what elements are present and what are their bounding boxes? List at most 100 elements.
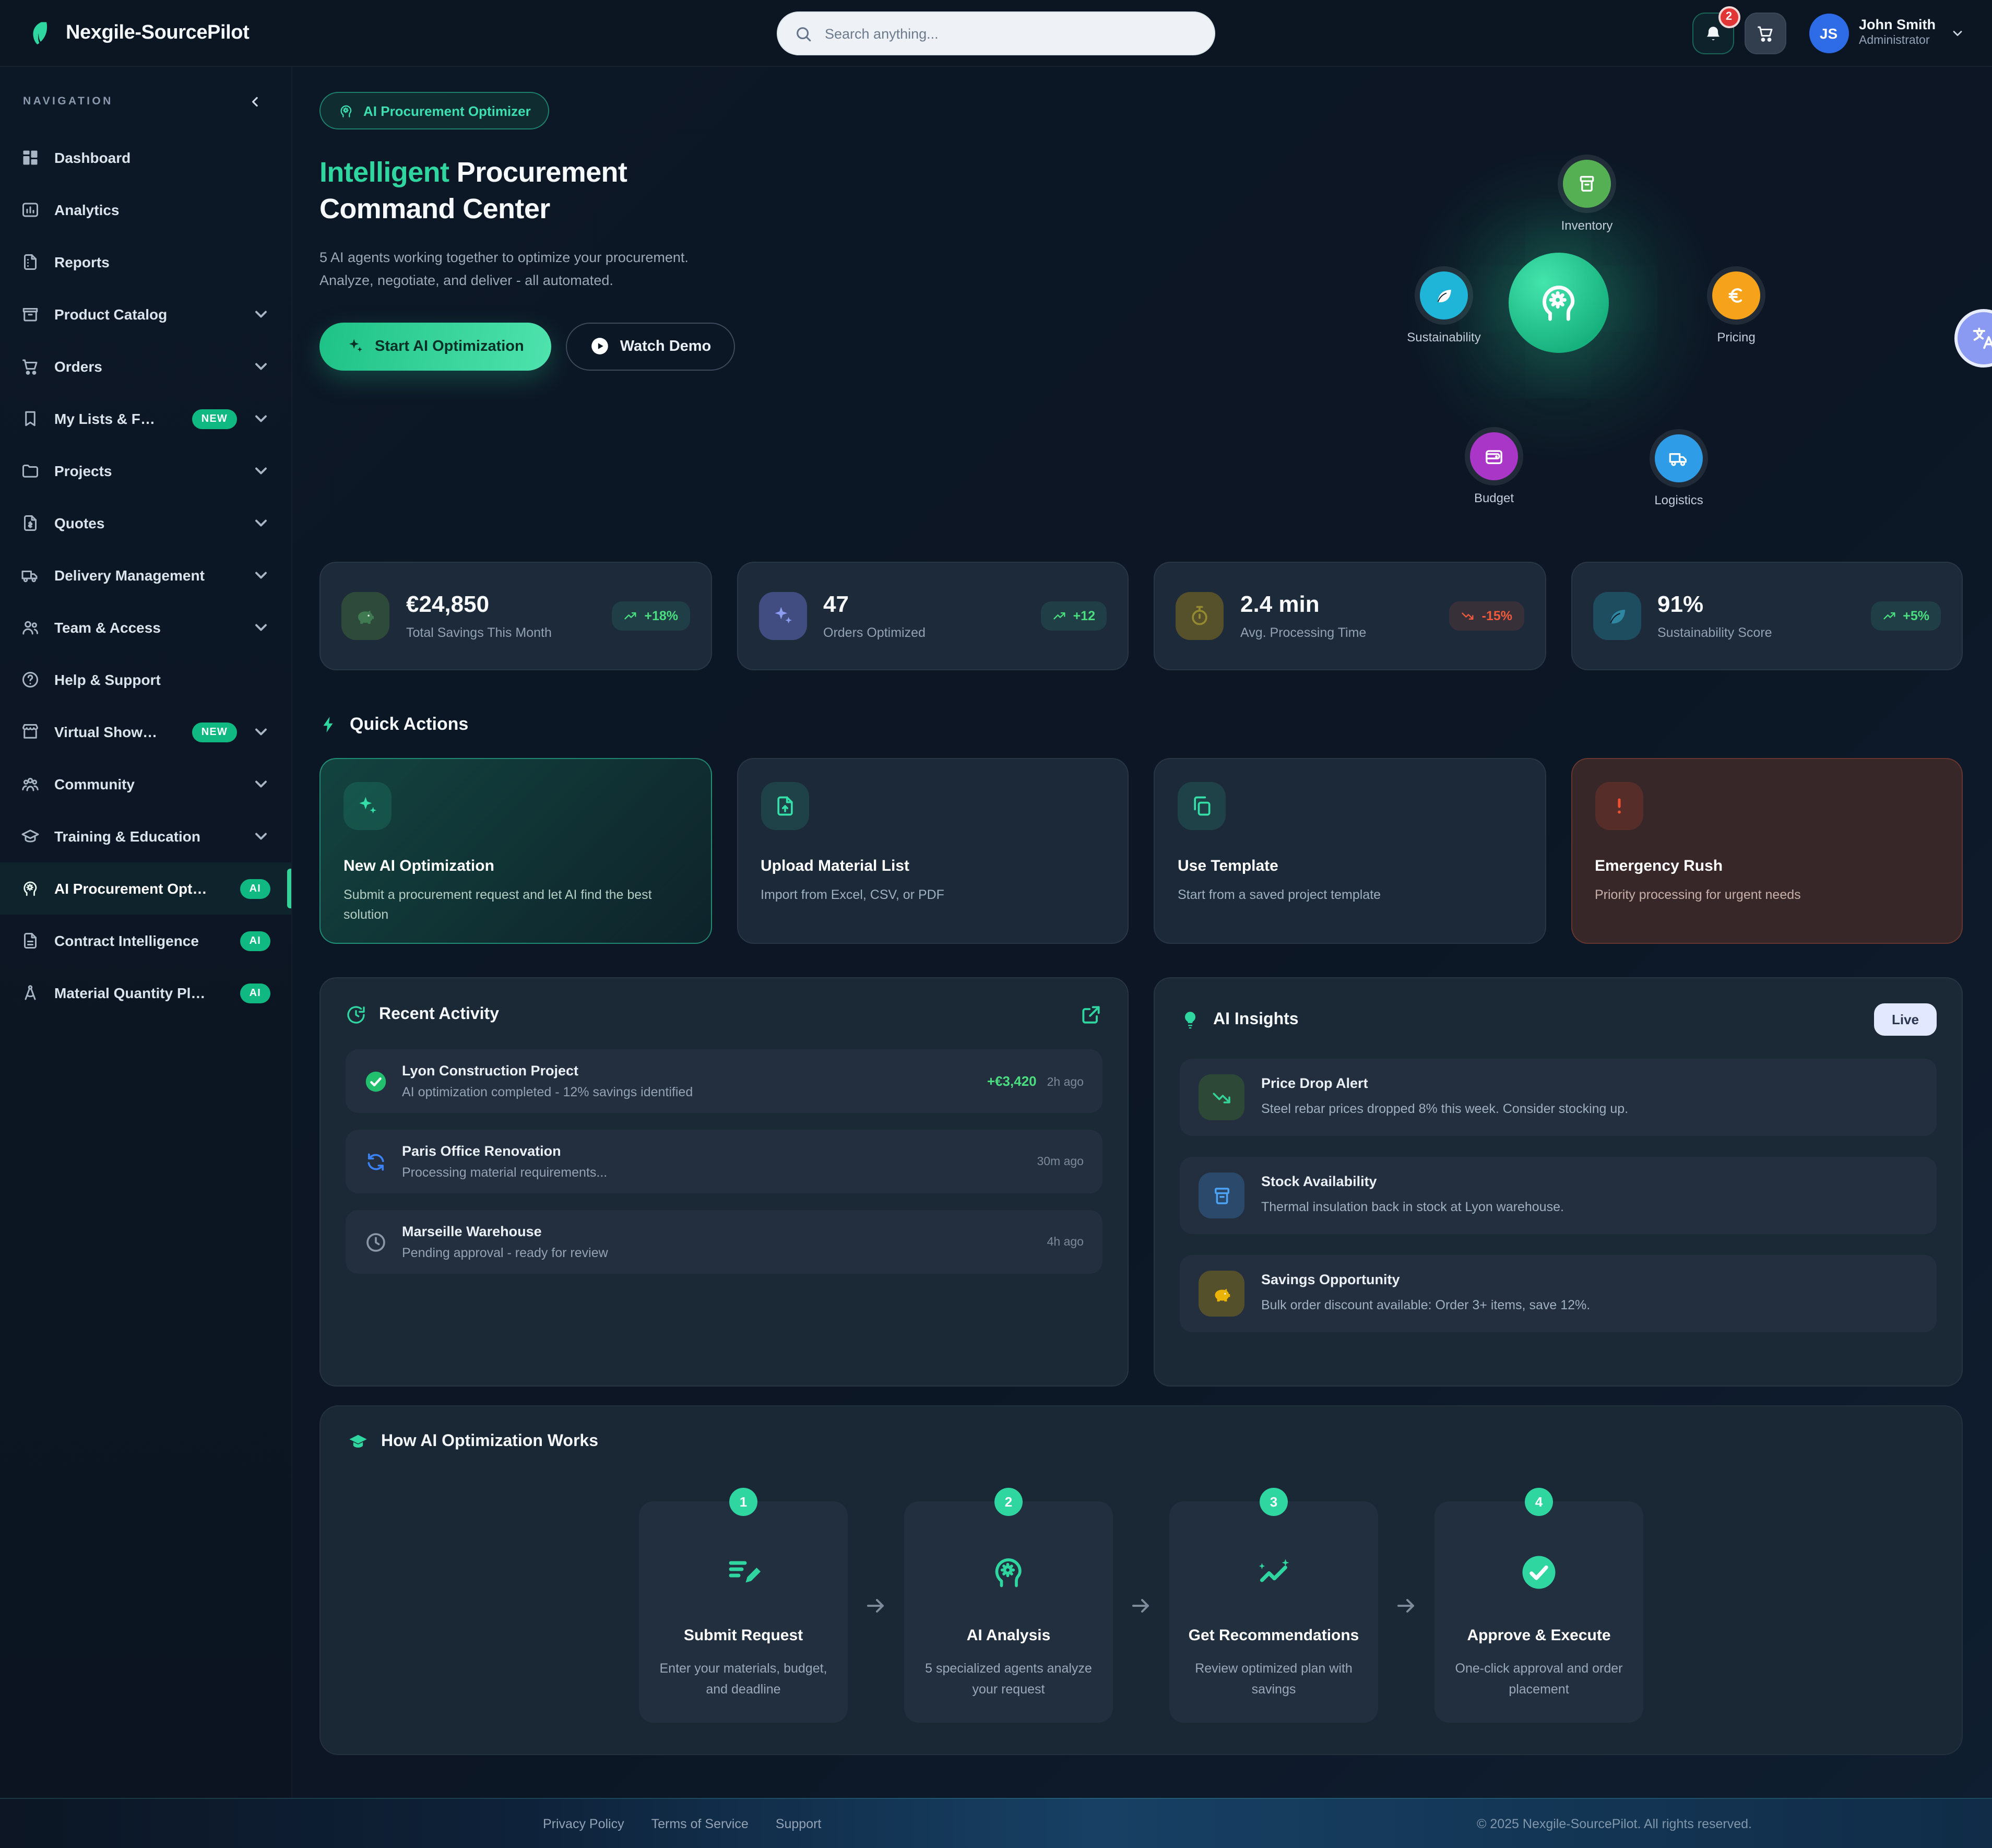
stat-card-total-savings-this-month: €24,850Total Savings This Month+18% <box>319 562 712 670</box>
quick-action-upload-material-list[interactable]: Upload Material ListImport from Excel, C… <box>737 758 1129 944</box>
step-desc: 5 specialized agents analyze your reques… <box>923 1660 1094 1700</box>
orbit-node-label: Logistics <box>1654 493 1703 507</box>
cart-button[interactable] <box>1744 12 1786 54</box>
activity-item-paris-office-renovation[interactable]: Paris Office RenovationProcessing materi… <box>346 1130 1102 1193</box>
stat-delta-badge: +18% <box>612 601 690 631</box>
sidebar-item-label: AI Procurement Optimizer <box>54 880 211 897</box>
watch-demo-button[interactable]: Watch Demo <box>566 322 736 370</box>
step-number: 2 <box>994 1488 1023 1516</box>
stat-value: €24,850 <box>406 593 552 618</box>
sidebar-item-community[interactable]: Community <box>0 758 291 810</box>
quick-action-icon-wrap <box>1178 782 1226 830</box>
arrow-right-icon <box>1394 1593 1419 1618</box>
sidebar-item-material-quantity-planner[interactable]: Material Quantity PlannerAI <box>0 967 291 1019</box>
footer-link-privacy-policy[interactable]: Privacy Policy <box>543 1816 624 1831</box>
sidebar-item-label: Training & Education <box>54 828 200 845</box>
sidebar-item-product-catalog[interactable]: Product Catalog <box>0 288 291 340</box>
sidebar-item-my-lists-favorites[interactable]: My Lists & FavoritesNEW <box>0 393 291 445</box>
sidebar-item-ai-procurement-optimizer[interactable]: AI Procurement OptimizerAI <box>0 862 291 915</box>
sidebar-item-quotes[interactable]: Quotes <box>0 497 291 549</box>
insight-desc: Thermal insulation back in stock at Lyon… <box>1261 1198 1564 1217</box>
insight-item-savings-opportunity[interactable]: Savings OpportunityBulk order discount a… <box>1180 1255 1937 1332</box>
stat-value: 91% <box>1657 593 1772 618</box>
sidebar-item-help-support[interactable]: Help & Support <box>0 654 291 706</box>
steps-row: 1Submit RequestEnter your materials, bud… <box>348 1488 1935 1723</box>
trend-up-icon <box>1882 609 1896 623</box>
contract-icon <box>21 931 40 950</box>
quick-action-new-ai-optimization[interactable]: New AI OptimizationSubmit a procurement … <box>319 758 712 944</box>
activity-item-marseille-warehouse[interactable]: Marseille WarehousePending approval - re… <box>346 1210 1102 1274</box>
lightbulb-icon <box>1180 1009 1201 1030</box>
truck-icon <box>1668 448 1689 469</box>
reports-icon <box>21 253 40 271</box>
footer-link-terms-of-service[interactable]: Terms of Service <box>651 1816 749 1831</box>
sidebar-item-orders[interactable]: Orders <box>0 340 291 393</box>
trend-up-icon <box>623 609 638 623</box>
live-badge[interactable]: Live <box>1874 1003 1937 1036</box>
open-activity-button[interactable] <box>1080 1003 1102 1026</box>
insight-item-stock-availability[interactable]: Stock Availability Thermal insulation bac… <box>1180 1157 1937 1234</box>
stat-icon-wrap <box>758 592 807 640</box>
chevron-down-icon <box>252 775 270 793</box>
quick-action-title: Upload Material List <box>761 857 1105 875</box>
global-search[interactable] <box>777 11 1215 55</box>
sidebar-item-analytics[interactable]: Analytics <box>0 184 291 236</box>
check-circle-icon <box>1520 1554 1558 1591</box>
page-subtitle: 5 AI agents working together to optimize… <box>319 246 768 293</box>
ai-badge: AI <box>240 983 270 1003</box>
footer: Privacy PolicyTerms of ServiceSupport © … <box>0 1798 1992 1848</box>
step-title: Submit Request <box>658 1626 829 1647</box>
step-desc: Enter your materials, budget, and deadli… <box>658 1660 829 1700</box>
sidebar-item-label: Help & Support <box>54 671 161 688</box>
play-icon <box>590 336 610 356</box>
quick-action-use-template[interactable]: Use TemplateStart from a saved project t… <box>1154 758 1546 944</box>
trend-down-icon <box>1461 609 1476 623</box>
stat-delta-badge: +12 <box>1041 601 1107 631</box>
avatar: JS <box>1809 13 1848 53</box>
orbit-node-logistics[interactable]: Logistics <box>1655 434 1703 482</box>
search-input[interactable] <box>823 25 1197 42</box>
hero-feature-badge: AI Procurement Optimizer <box>319 92 550 129</box>
dashboard-icon <box>21 148 40 167</box>
orbit-node-inventory[interactable]: Inventory <box>1563 160 1611 208</box>
sidebar-collapse-button[interactable] <box>241 88 268 115</box>
ai-badge: AI <box>240 931 270 951</box>
ai-core-node[interactable] <box>1509 253 1609 353</box>
orbit-node-label: Pricing <box>1717 330 1755 345</box>
chevron-down-icon <box>252 305 270 324</box>
chevron-down-icon <box>1950 26 1965 40</box>
chevron-down-icon <box>252 357 270 376</box>
brand[interactable]: Nexgile-SourcePilot <box>27 19 249 46</box>
insight-title: Stock Availability <box>1261 1174 1564 1190</box>
stat-card-avg-processing-time: 2.4 minAvg. Processing Time-15% <box>1154 562 1546 670</box>
sidebar-item-label: Community <box>54 776 135 792</box>
orbit-node-sustainability[interactable]: Sustainability <box>1420 271 1468 319</box>
insight-item-price-drop-alert[interactable]: Price Drop AlertSteel rebar prices dropp… <box>1180 1059 1937 1136</box>
sidebar-item-training-education[interactable]: Training & Education <box>0 810 291 862</box>
stat-card-sustainability-score: 91%Sustainability Score+5% <box>1571 562 1963 670</box>
orbit-node-pricing[interactable]: Pricing <box>1712 271 1760 319</box>
sidebar-item-contract-intelligence[interactable]: Contract IntelligenceAI <box>0 915 291 967</box>
activity-desc: AI optimization completed - 12% savings … <box>402 1085 693 1099</box>
user-menu[interactable]: JS John Smith Administrator <box>1809 13 1965 53</box>
quick-action-icon-wrap <box>1595 782 1643 830</box>
start-ai-optimization-button[interactable]: Start AI Optimization <box>319 322 551 370</box>
clock-icon <box>364 1230 387 1253</box>
stats-row: €24,850Total Savings This Month+18%47Ord… <box>319 562 1963 670</box>
sidebar-item-projects[interactable]: Projects <box>0 445 291 497</box>
orbit-node-label: Sustainability <box>1407 330 1480 345</box>
footer-link-support[interactable]: Support <box>776 1816 822 1831</box>
leaf-logo-icon <box>27 19 54 46</box>
sidebar-item-reports[interactable]: Reports <box>0 236 291 288</box>
sidebar-item-delivery-management[interactable]: Delivery Management <box>0 549 291 601</box>
quick-action-emergency-rush[interactable]: Emergency RushPriority processing for ur… <box>1571 758 1963 944</box>
sidebar-item-team-access[interactable]: Team & Access <box>0 601 291 654</box>
sidebar: NAVIGATION DashboardAnalyticsReportsProd… <box>0 67 292 1798</box>
notifications-button[interactable]: 2 <box>1692 12 1734 54</box>
brand-name: Nexgile-SourcePilot <box>66 21 249 44</box>
orbit-node-budget[interactable]: Budget <box>1470 432 1518 480</box>
sidebar-nav: DashboardAnalyticsReportsProduct Catalog… <box>0 132 291 1019</box>
activity-item-lyon-construction-project[interactable]: Lyon Construction ProjectAI optimization… <box>346 1049 1102 1113</box>
sidebar-item-dashboard[interactable]: Dashboard <box>0 132 291 184</box>
sidebar-item-virtual-showrooms[interactable]: Virtual ShowroomsNEW <box>0 706 291 758</box>
